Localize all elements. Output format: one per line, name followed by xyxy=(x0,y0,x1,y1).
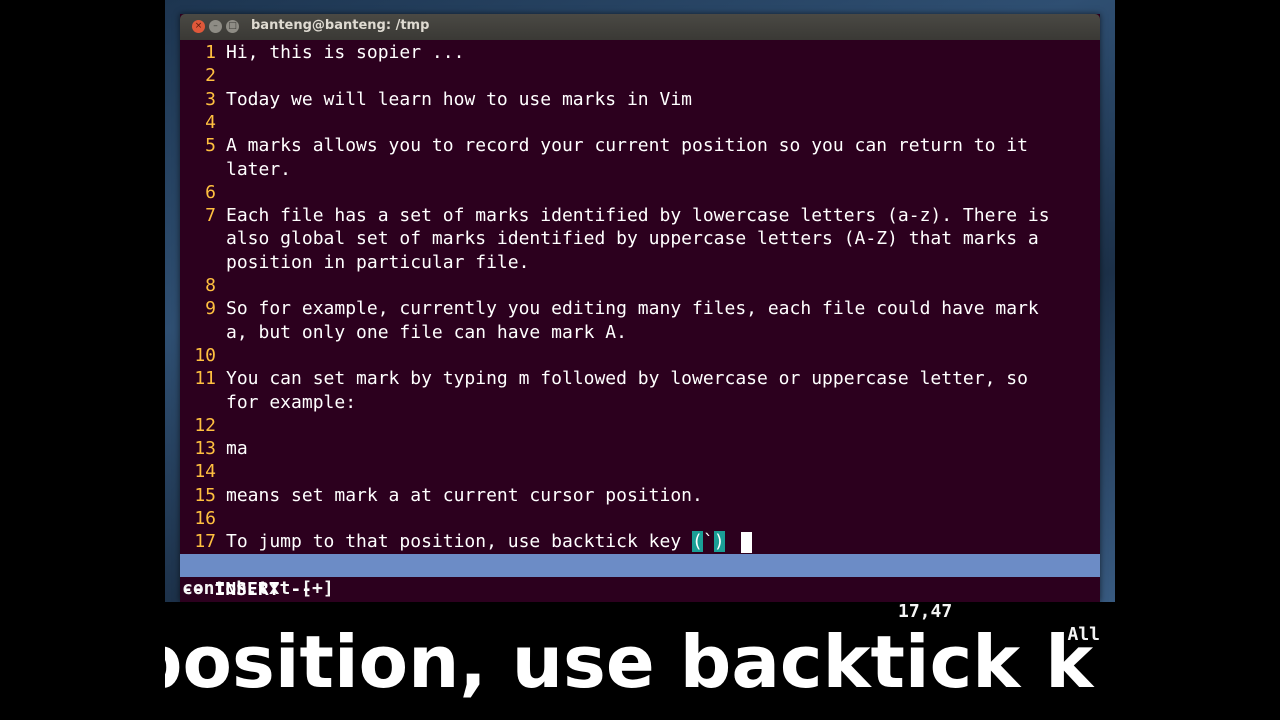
video-caption: position, use backtick k xyxy=(165,612,1115,712)
line-number: 7 xyxy=(205,205,216,227)
matched-open-paren: ( xyxy=(692,531,703,553)
editor-line[interactable]: a, but only one file can have mark A. xyxy=(180,321,1100,345)
line-number: 10 xyxy=(194,344,216,366)
editor-line[interactable]: 5 A marks allows you to record your curre… xyxy=(180,134,1100,158)
line-number: 14 xyxy=(194,461,216,483)
text-cursor xyxy=(741,532,752,554)
line-text[interactable]: Each file has a set of marks identified … xyxy=(226,204,1050,228)
editor-line[interactable]: also global set of marks identified by u… xyxy=(180,227,1100,251)
caption-text: position, use backtick k xyxy=(165,620,1094,704)
editor-line[interactable]: 16 xyxy=(180,507,1100,531)
editor-line[interactable]: 6 xyxy=(180,181,1100,205)
backtick-char: ` xyxy=(702,531,714,553)
line-number: 12 xyxy=(194,414,216,436)
line-number: 4 xyxy=(205,111,216,133)
line-number: 16 xyxy=(194,508,216,529)
line-number: 17 xyxy=(194,531,216,553)
line-text[interactable]: Today we will learn how to use marks in … xyxy=(226,88,692,112)
editor-line[interactable]: 13 ma xyxy=(180,437,1100,461)
line-text[interactable]: You can set mark by typing m followed by… xyxy=(226,367,1028,391)
line-text[interactable]: a, but only one file can have mark A. xyxy=(226,321,627,345)
minimize-icon[interactable]: – xyxy=(209,20,222,33)
editor-line[interactable]: 11 You can set mark by typing m followed … xyxy=(180,367,1100,391)
line-number: 13 xyxy=(194,438,216,460)
line-number: 6 xyxy=(205,181,216,203)
line-text[interactable]: So for example, currently you editing ma… xyxy=(226,297,1039,321)
line-text[interactable]: A marks allows you to record your curren… xyxy=(226,134,1028,158)
line-number: 1 xyxy=(205,42,216,63)
line-number: 3 xyxy=(205,88,216,110)
line-number: 2 xyxy=(205,65,216,87)
editor-line[interactable]: 10 xyxy=(180,344,1100,368)
vim-mode-indicator: -- INSERT -- xyxy=(182,579,313,600)
maximize-icon[interactable]: □ xyxy=(226,20,239,33)
line-text[interactable]: To jump to that position, use backtick k… xyxy=(226,530,725,554)
window-title: banteng@banteng: /tmp xyxy=(251,18,430,33)
vim-editor-buffer[interactable]: 1 Hi, this is sopier ... 2 3 Today we will l… xyxy=(180,41,1100,554)
editor-line[interactable]: 2 xyxy=(180,64,1100,88)
line-number: 5 xyxy=(205,135,216,157)
editor-line-current[interactable]: 17 To jump to that position, use backtick… xyxy=(180,530,1100,554)
matched-close-paren: ) xyxy=(713,531,725,553)
close-icon[interactable]: × xyxy=(192,20,205,33)
line-text[interactable]: means set mark a at current cursor posit… xyxy=(226,484,703,508)
line-text[interactable]: later. xyxy=(226,158,291,182)
line-text[interactable]: also global set of marks identified by u… xyxy=(226,227,1039,251)
terminal-window[interactable]: × – □ banteng@banteng: /tmp 1 Hi, this is… xyxy=(180,14,1100,645)
line-text-before-cursor: To jump to that position, use backtick k… xyxy=(226,531,692,553)
line-text[interactable]: Hi, this is sopier ... xyxy=(226,41,464,65)
line-text[interactable]: position in particular file. xyxy=(226,251,529,275)
line-text[interactable]: ma xyxy=(226,437,248,461)
vim-statusline: contoh.txt [+] 17,47 All xyxy=(180,554,1100,645)
editor-line[interactable]: 4 xyxy=(180,111,1100,135)
editor-line[interactable]: 1 Hi, this is sopier ... xyxy=(180,41,1100,65)
editor-line[interactable]: 12 xyxy=(180,414,1100,438)
editor-line[interactable]: for example: xyxy=(180,391,1100,415)
window-titlebar[interactable]: × – □ banteng@banteng: /tmp xyxy=(180,14,1100,40)
editor-line[interactable]: position in particular file. xyxy=(180,251,1100,275)
editor-line[interactable]: 8 xyxy=(180,274,1100,298)
editor-line[interactable]: 9 So for example, currently you editing m… xyxy=(180,297,1100,321)
editor-line[interactable]: 7 Each file has a set of marks identified… xyxy=(180,204,1100,228)
line-number: 8 xyxy=(205,275,216,296)
line-number: 11 xyxy=(194,368,216,390)
line-text[interactable]: for example: xyxy=(226,391,356,415)
editor-line[interactable]: 3 Today we will learn how to use marks in… xyxy=(180,88,1100,112)
editor-line[interactable]: later. xyxy=(180,158,1100,182)
editor-line[interactable]: 15 means set mark a at current cursor pos… xyxy=(180,484,1100,508)
editor-line[interactable]: 14 xyxy=(180,460,1100,484)
line-number: 15 xyxy=(194,484,216,506)
line-number: 9 xyxy=(205,298,216,320)
